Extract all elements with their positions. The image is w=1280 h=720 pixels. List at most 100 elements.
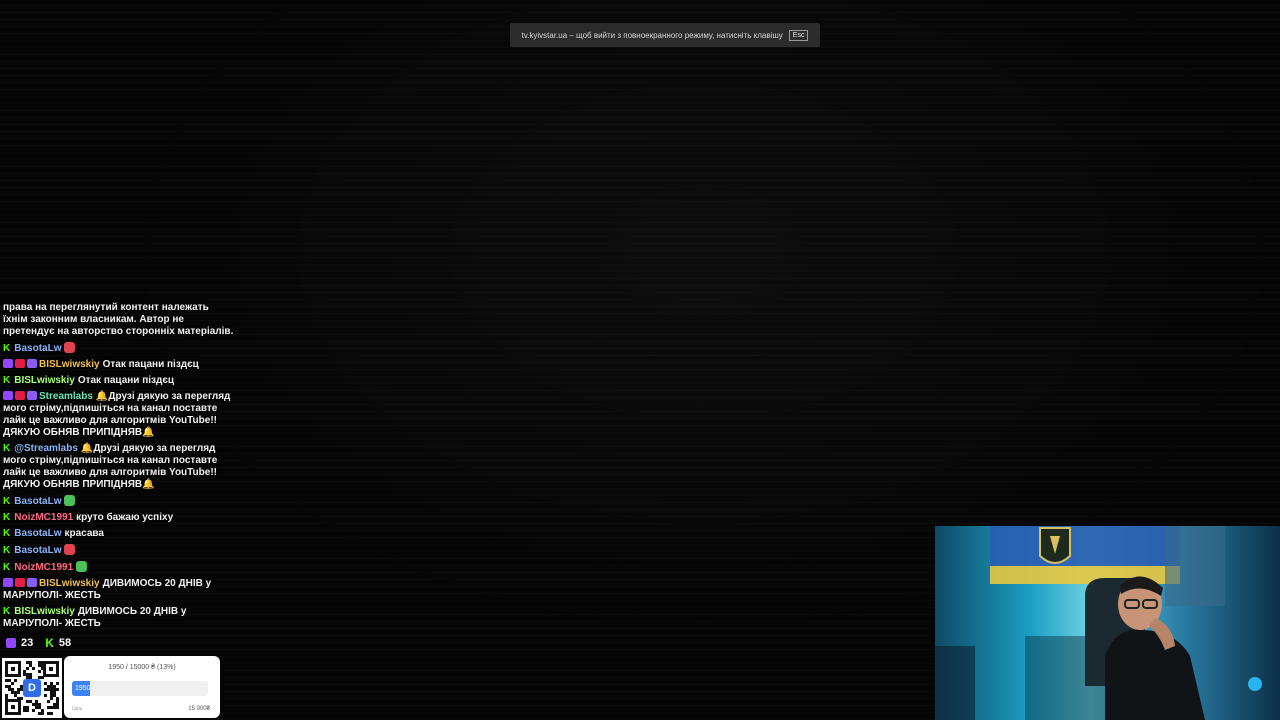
qr-finder: [5, 699, 21, 715]
donation-progress-bar: 1950: [72, 681, 208, 696]
kick-icon: K: [3, 545, 11, 556]
chat-message: BISLwiwskiy Отак пацани піздєц: [3, 359, 235, 371]
kick-viewers: K 58: [45, 636, 71, 650]
chat-message: K BasotaLw: [3, 495, 235, 508]
qr-module: [5, 697, 8, 700]
webcam-image: [935, 526, 1262, 720]
twitch-icon: [3, 391, 13, 400]
donation-goal-text: 1950 / 15000 ₴ (13%): [108, 664, 176, 671]
qr-module: [32, 667, 35, 670]
donatello-logo: D: [23, 679, 41, 697]
chat-message: K BasotaLw красава: [3, 528, 235, 540]
chat-message: K BasotaLw: [3, 342, 235, 355]
badge-icon: [15, 578, 25, 587]
chat-partial-message: права на переглянутий контент належать ї…: [3, 302, 234, 337]
twitch-icon: [3, 359, 13, 368]
chat-username: @Streamlabs: [14, 443, 78, 454]
qr-module: [29, 676, 32, 679]
qr-module: [17, 691, 20, 694]
badge-icon: [15, 391, 25, 400]
chat-message: K NoizMC1991 круто бажаю успіху: [3, 512, 235, 524]
fullscreen-notice-text: tv.kyivstar.ua – щоб вийти з повноекранн…: [521, 30, 783, 40]
kick-icon: K: [3, 562, 11, 573]
chat-overlay: права на переглянутий контент належать ї…: [3, 302, 235, 632]
chat-username: BasotaLw: [14, 528, 62, 539]
chat-message: K BISLwiwskiy ДИВИМОСЬ 20 ДНІВ у МАРІУПОЛІ…: [3, 606, 235, 630]
chat-username: BISLwiwskiy: [14, 606, 75, 617]
blue-lamp: [1248, 677, 1262, 691]
twitch-icon: [3, 578, 13, 587]
qr-module: [38, 670, 41, 673]
chat-username: BISLwiwskiy: [39, 578, 100, 589]
chat-text: круто бажаю успіху: [76, 512, 174, 523]
chat-username: NoizMC1991: [14, 512, 74, 523]
qr-module: [32, 709, 35, 712]
chat-username: BasotaLw: [14, 343, 62, 354]
person-body: [1105, 629, 1205, 720]
chat-username: NoizMC1991: [14, 562, 74, 573]
viewer-counts: 23 K 58: [6, 636, 71, 650]
qr-module: [50, 697, 53, 700]
chat-message: K BasotaLw: [3, 544, 235, 557]
twitch-icon: [6, 638, 16, 648]
emote-icon: [64, 544, 76, 555]
qr-module: [14, 679, 17, 682]
qr-module: [50, 712, 53, 715]
flag-blue-stripe: [990, 526, 1180, 566]
emote-icon: [64, 342, 76, 353]
chat-text: 🔔Друзі дякую за перегляд мого стріму,під…: [3, 391, 231, 438]
qr-finder: [43, 661, 59, 677]
chat-text: Отак пацани піздєц: [102, 359, 199, 370]
qr-module: [44, 694, 47, 697]
kick-icon: K: [45, 636, 54, 650]
twitch-viewers: 23: [6, 637, 33, 649]
kick-viewer-count: 58: [58, 637, 72, 649]
qr-module: [56, 682, 59, 685]
shadow-left: [935, 646, 975, 720]
chat-username: Streamlabs: [39, 391, 93, 402]
badge-icon: [15, 359, 25, 368]
kick-icon: K: [3, 606, 11, 617]
chat-username: BISLwiwskiy: [14, 375, 75, 386]
chat-message: K NoizMC1991: [3, 561, 235, 574]
qr-module: [26, 709, 29, 712]
kick-icon: K: [3, 343, 11, 354]
badge-icon: [27, 391, 37, 400]
webcam-feed: [935, 526, 1280, 720]
donation-min-label: Ціль: [72, 706, 83, 712]
fullscreen-notice: tv.kyivstar.ua – щоб вийти з повноекранн…: [510, 23, 820, 47]
donation-goal-widget: 1950 / 15000 ₴ (13%) 1950 Ціль 15 000₴: [64, 656, 220, 718]
twitch-viewer-count: 23: [21, 637, 34, 649]
qr-module: [20, 688, 23, 691]
kick-icon: K: [3, 528, 11, 539]
qr-module: [41, 667, 44, 670]
emote-icon: [64, 495, 76, 506]
chat-message: K BISLwiwskiy Отак пацани піздєц: [3, 375, 235, 387]
qr-module: [47, 700, 50, 703]
qr-module: [56, 688, 59, 691]
chat-text: красава: [64, 528, 104, 539]
esc-key-hint: Esc: [788, 29, 809, 41]
chat-username: BasotaLw: [14, 545, 62, 556]
chat-message: Streamlabs 🔔Друзі дякую за перегляд мого …: [3, 391, 235, 439]
donation-qr-code: D: [2, 658, 62, 718]
flag-right: [1165, 526, 1225, 606]
qr-module: [26, 667, 29, 670]
chat-text: Отак пацани піздєц: [77, 375, 175, 386]
qr-finder: [5, 661, 21, 677]
chat-username: BasotaLw: [14, 496, 62, 507]
kick-icon: K: [3, 443, 11, 454]
chat-message: BISLwiwskiy ДИВИМОСЬ 20 ДНІВ у МАРІУПОЛІ-…: [3, 578, 235, 602]
qr-module: [56, 706, 59, 709]
chat-list: K BasotaLw BISLwiwskiy Отак пацани піздєц K B…: [3, 342, 235, 630]
donation-progress-fill: 1950: [72, 681, 90, 696]
badge-icon: [27, 578, 37, 587]
qr-module: [11, 682, 14, 685]
badge-icon: [27, 359, 37, 368]
donation-max-label: 15 000₴: [188, 706, 210, 712]
emote-icon: [76, 561, 88, 572]
qr-module: [41, 676, 44, 679]
kick-icon: K: [3, 375, 11, 386]
chat-username: BISLwiwskiy: [39, 359, 100, 370]
kick-icon: K: [3, 512, 11, 523]
